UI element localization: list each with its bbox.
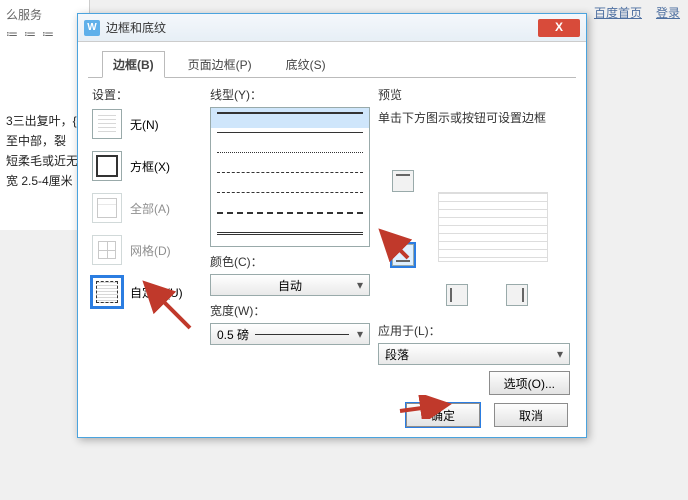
linetype-list[interactable]	[210, 107, 370, 247]
app-icon: W	[84, 20, 100, 36]
setting-grid: 网格(D)	[92, 235, 202, 265]
linetype-option[interactable]	[211, 168, 369, 188]
linetype-option[interactable]	[211, 148, 369, 168]
none-icon	[92, 109, 122, 139]
ok-button[interactable]: 确定	[406, 403, 480, 427]
width-combo[interactable]: 0.5 磅	[210, 323, 370, 345]
grid-icon	[92, 235, 122, 265]
linetype-column: 线型(Y)： 颜色(C)： 自动 宽度(W)： 0.5 磅	[210, 86, 370, 395]
options-button[interactable]: 选项(O)...	[489, 371, 570, 395]
setting-custom-label: 自定义(U)	[130, 284, 183, 301]
preview-left-border-button[interactable]	[446, 284, 468, 306]
tab-strip: 边框(B) 页面边框(P) 底纹(S)	[88, 42, 576, 78]
setting-none[interactable]: 无(N)	[92, 109, 202, 139]
linetype-option[interactable]	[211, 128, 369, 148]
setting-grid-label: 网格(D)	[130, 242, 171, 259]
setting-all-label: 全部(A)	[130, 200, 170, 217]
dialog-footer: 确定 取消	[406, 403, 568, 427]
box-icon	[92, 151, 122, 181]
width-value: 0.5 磅	[217, 326, 249, 343]
linetype-label: 线型(Y)：	[210, 86, 370, 103]
dialog-title: 边框和底纹	[106, 19, 538, 36]
all-icon	[92, 193, 122, 223]
width-label: 宽度(W)：	[210, 302, 370, 319]
apply-to-value: 段落	[385, 346, 409, 363]
linetype-option[interactable]	[211, 228, 369, 247]
link-baidu-home[interactable]: 百度首页	[594, 4, 642, 21]
color-combo[interactable]: 自动	[210, 274, 370, 296]
setting-box-label: 方框(X)	[130, 158, 170, 175]
tab-shading[interactable]: 底纹(S)	[275, 51, 337, 78]
titlebar: W 边框和底纹 X	[78, 14, 586, 42]
cancel-button[interactable]: 取消	[494, 403, 568, 427]
color-label: 颜色(C)：	[210, 253, 370, 270]
setting-all: 全部(A)	[92, 193, 202, 223]
settings-label: 设置：	[92, 86, 202, 103]
custom-icon	[92, 277, 122, 307]
preview-page[interactable]	[438, 192, 548, 262]
preview-canvas	[378, 136, 572, 316]
setting-custom[interactable]: 自定义(U)	[92, 277, 202, 307]
width-preview-line	[255, 334, 349, 335]
preview-right-border-button[interactable]	[506, 284, 528, 306]
preview-hint: 单击下方图示或按钮可设置边框	[378, 109, 572, 126]
color-value: 自动	[278, 277, 302, 294]
borders-shading-dialog: W 边框和底纹 X 边框(B) 页面边框(P) 底纹(S) 设置： 无(N) 方…	[77, 13, 587, 438]
settings-column: 设置： 无(N) 方框(X) 全部(A) 网格(D) 自定义(U)	[92, 86, 202, 395]
preview-bottom-border-button[interactable]	[392, 244, 414, 266]
linetype-option[interactable]	[211, 188, 369, 208]
setting-box[interactable]: 方框(X)	[92, 151, 202, 181]
link-login[interactable]: 登录	[656, 4, 680, 21]
tab-page-border[interactable]: 页面边框(P)	[177, 51, 263, 78]
preview-label: 预览	[378, 86, 572, 103]
bg-svc-label: 么服务	[6, 6, 42, 23]
linetype-option[interactable]	[211, 208, 369, 228]
preview-column: 预览 单击下方图示或按钮可设置边框 应用于(L)： 段落 选项(O)...	[378, 86, 572, 395]
preview-top-border-button[interactable]	[392, 170, 414, 192]
page-top-links: 百度首页 登录	[594, 4, 680, 21]
bg-text: 3三出复叶，{ 至中部，裂 短柔毛或近无 宽 2.5-4厘米	[6, 111, 83, 191]
close-button[interactable]: X	[538, 19, 580, 37]
setting-none-label: 无(N)	[130, 116, 159, 133]
apply-to-label: 应用于(L)：	[378, 322, 570, 339]
tab-border[interactable]: 边框(B)	[102, 51, 165, 78]
apply-to-combo[interactable]: 段落	[378, 343, 570, 365]
linetype-option[interactable]	[211, 108, 369, 128]
